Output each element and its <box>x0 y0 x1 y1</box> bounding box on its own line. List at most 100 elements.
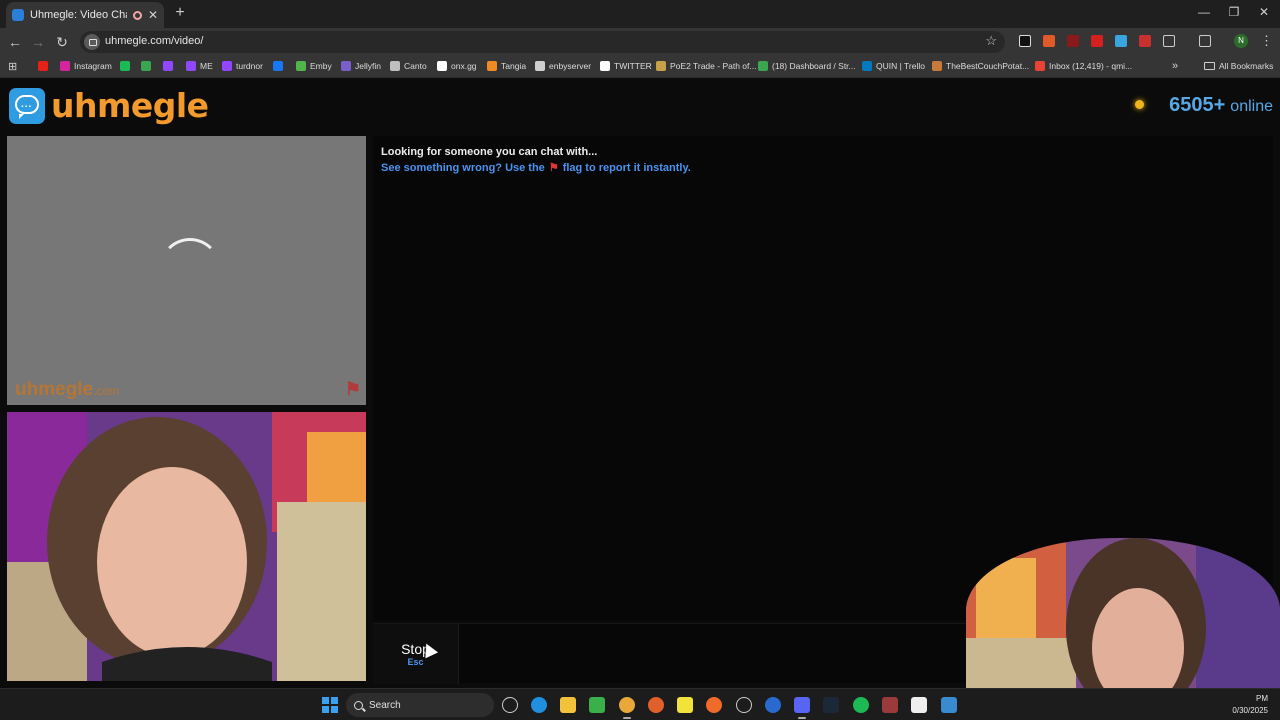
site-logo[interactable]: ... uhmegle <box>9 86 209 125</box>
app-icon[interactable] <box>911 697 927 713</box>
app-icon[interactable] <box>765 697 781 713</box>
bookmark-item[interactable] <box>120 61 130 71</box>
poe-icon <box>656 61 666 71</box>
extensions-puzzle-icon[interactable] <box>1163 35 1175 47</box>
bookmark-item[interactable] <box>163 61 173 71</box>
bookmarks-bar: ⊞ Instagram ME turdnor Emby Jellyfin Canto onx… <box>0 56 1280 78</box>
report-flag-icon[interactable]: ⚑ <box>345 379 361 400</box>
bookmarks-overflow-icon[interactable]: » <box>1172 60 1178 72</box>
notepad-icon[interactable] <box>941 697 957 713</box>
twitch-icon <box>163 61 173 71</box>
bookmark-item[interactable]: Emby <box>296 61 332 71</box>
browser-menu-icon[interactable]: ⋮ <box>1260 33 1273 49</box>
uhmegle-favicon-icon <box>12 9 24 21</box>
extension-orange-icon[interactable] <box>1043 35 1055 47</box>
taskbar-search-label: Search <box>369 699 401 711</box>
extension-red-icon[interactable] <box>1067 35 1079 47</box>
bookmark-item[interactable]: (18) Dashboard / Str... <box>758 61 856 71</box>
taskbar-search[interactable]: Search <box>346 693 494 717</box>
extension-lastpass-icon[interactable] <box>1139 35 1151 47</box>
play-app-icon[interactable] <box>589 697 605 713</box>
bookmark-item[interactable]: TheBestCouchPotat... <box>932 61 1029 71</box>
bookmark-item[interactable]: onx.gg <box>437 61 477 71</box>
potato-icon <box>932 61 942 71</box>
bookmark-item[interactable] <box>273 61 283 71</box>
spotify-icon[interactable] <box>853 697 869 713</box>
watermark-main: uhmegle <box>15 379 94 400</box>
bookmark-label: (18) Dashboard / Str... <box>772 61 856 71</box>
bookmark-item[interactable]: Inbox (12,419) - qmi... <box>1035 61 1132 71</box>
firefox-icon[interactable] <box>706 697 722 713</box>
bookmark-item[interactable] <box>38 61 48 71</box>
new-tab-button[interactable]: + <box>170 4 190 22</box>
tab-close-icon[interactable]: ✕ <box>148 8 158 22</box>
back-arrow-icon[interactable]: ← <box>7 34 23 50</box>
address-bar[interactable]: uhmegle.com/video/ ☆ <box>80 31 1005 53</box>
bookmark-label: Jellyfin <box>355 61 381 71</box>
green-app-icon <box>141 61 151 71</box>
globe-icon <box>535 61 545 71</box>
bookmark-item[interactable]: enbyserver <box>535 61 591 71</box>
file-explorer-icon[interactable] <box>560 697 576 713</box>
profile-avatar[interactable]: N <box>1234 34 1248 48</box>
onx-icon <box>437 61 447 71</box>
recording-indicator-icon <box>132 10 142 20</box>
clock-time: PM <box>1256 694 1268 703</box>
bookmark-label: Inbox (12,419) - qmi... <box>1049 61 1133 71</box>
online-count: 6505+ <box>1169 94 1226 116</box>
tab-title: Uhmegle: Video Chat | Ran <box>30 9 127 21</box>
video-watermark: uhmegle.com <box>15 379 119 401</box>
steam-icon[interactable] <box>823 697 839 713</box>
gmail-icon <box>1035 61 1045 71</box>
site-info-icon[interactable] <box>84 34 100 50</box>
bookmark-item[interactable]: PoE2 Trade - Path of... <box>656 61 756 71</box>
bookmark-item[interactable]: Tangia <box>487 61 526 71</box>
basketball-app-icon[interactable] <box>648 697 664 713</box>
url-text[interactable]: uhmegle.com/video/ <box>105 35 203 47</box>
minimize-icon[interactable]: — <box>1194 5 1214 19</box>
bookmark-item[interactable]: turdnor <box>222 61 263 71</box>
bookmark-item[interactable] <box>141 61 151 71</box>
bookmark-item[interactable]: QUIN | Trello <box>862 61 925 71</box>
twitch-icon <box>222 61 232 71</box>
forward-arrow-icon[interactable]: → <box>30 34 46 50</box>
app-icon[interactable] <box>736 697 752 713</box>
bookmark-item[interactable]: Jellyfin <box>341 61 381 71</box>
restore-icon[interactable]: ❐ <box>1224 5 1244 19</box>
windows-start-icon[interactable] <box>322 697 338 713</box>
bookmark-item[interactable]: Instagram <box>60 61 112 71</box>
bookmark-label: QUIN | Trello <box>876 61 925 71</box>
chrome-icon[interactable] <box>619 697 635 719</box>
extension-k-icon[interactable] <box>1019 35 1031 47</box>
bookmark-item[interactable]: TWITTER <box>600 61 652 71</box>
window-close-icon[interactable]: ✕ <box>1254 5 1274 19</box>
reload-icon[interactable]: ↻ <box>54 34 70 50</box>
side-panel-icon[interactable] <box>1199 35 1211 47</box>
edge-icon[interactable] <box>531 697 547 713</box>
folder-icon <box>1204 62 1215 70</box>
apps-grid-icon[interactable]: ⊞ <box>8 60 17 73</box>
bookmark-label: Canto <box>404 61 427 71</box>
bookmark-item[interactable]: ME <box>186 61 213 71</box>
bookmark-label: TheBestCouchPotat... <box>946 61 1030 71</box>
online-counter: 6505+ online <box>1135 94 1273 117</box>
sticky-notes-icon[interactable] <box>677 697 693 713</box>
stop-button[interactable]: Stop Esc <box>373 624 459 684</box>
all-bookmarks-button[interactable]: All Bookmarks <box>1204 61 1273 71</box>
extension-7tv-icon[interactable] <box>1115 35 1127 47</box>
message-input[interactable] <box>463 626 963 682</box>
app-icon[interactable] <box>882 697 898 713</box>
bookmark-item[interactable]: Canto <box>390 61 427 71</box>
tab-strip: Uhmegle: Video Chat | Ran ✕ + — ❐ ✕ <box>0 0 1280 28</box>
clock-app-icon[interactable] <box>502 697 518 713</box>
browser-tab-active[interactable]: Uhmegle: Video Chat | Ran ✕ <box>6 2 164 28</box>
x-icon <box>600 61 610 71</box>
bookmark-star-icon[interactable]: ☆ <box>985 33 997 49</box>
discord-icon[interactable] <box>794 697 810 719</box>
logo-text: uhmegle <box>51 86 209 125</box>
system-clock[interactable]: PM 0/30/2025 <box>1232 693 1268 717</box>
bookmark-label: ME <box>200 61 213 71</box>
twitch-icon <box>186 61 196 71</box>
extension-youtube-icon[interactable] <box>1091 35 1103 47</box>
bookmark-label: Instagram <box>74 61 112 71</box>
